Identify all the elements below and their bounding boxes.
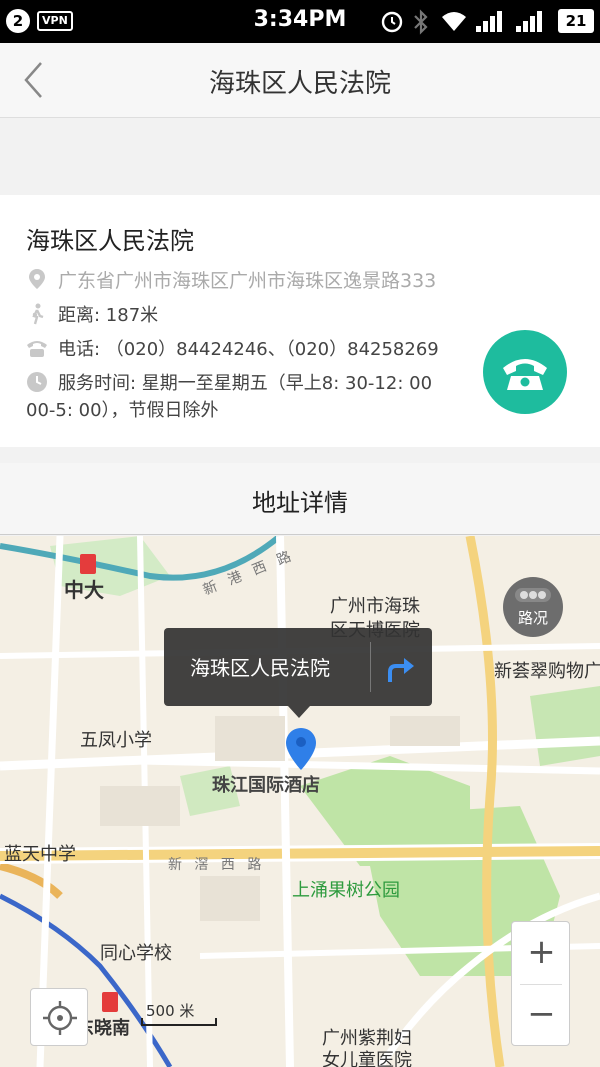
wifi-icon — [442, 12, 466, 31]
status-bar: 2 VPN 3:34PM 21 — [0, 0, 600, 43]
signal-2-icon — [516, 11, 542, 32]
map-label-mall: 新荟翠购物广 — [494, 661, 600, 682]
bluetooth-icon — [414, 9, 428, 35]
battery-icon: 21 — [558, 9, 594, 33]
route-turn-icon[interactable] — [384, 652, 418, 684]
clock: 3:34PM — [253, 7, 347, 32]
title-bar: 海珠区人民法院 — [0, 43, 600, 118]
traffic-light-icon — [515, 588, 551, 602]
address-detail-tab[interactable]: 地址详情 — [0, 463, 600, 535]
map-popup-pointer — [288, 706, 310, 718]
signal-icon — [476, 11, 502, 32]
map-scale-bar — [141, 1018, 217, 1026]
phone-text: 电话: （020）84424246、（020）84258269 — [58, 339, 439, 360]
locate-me-button[interactable] — [30, 988, 88, 1046]
map-label-zijing-line2: 女儿童医院 — [322, 1050, 412, 1067]
address-text: 广东省广州市海珠区广州市海珠区逸景路333 — [58, 270, 437, 292]
map-label-road-xinjiao: 新 滘 西 路 — [168, 857, 266, 873]
location-marker-icon[interactable] — [284, 726, 318, 772]
hours-text-line2: 00-5: 00），节假日除外 — [26, 400, 219, 421]
map-label-zhongda: 中大 — [64, 578, 104, 602]
map-popup[interactable]: 海珠区人民法院 — [164, 628, 432, 706]
zoom-divider — [520, 984, 562, 985]
location-pin-icon — [29, 269, 45, 289]
walking-icon — [32, 303, 44, 325]
map-popup-title: 海珠区人民法院 — [190, 656, 330, 680]
map-label-park: 上涌果树公园 — [292, 880, 400, 901]
traffic-button[interactable]: 路况 — [503, 577, 563, 637]
map-label-hotel: 珠江国际酒店 — [212, 775, 320, 796]
address-detail-label: 地址详情 — [252, 489, 348, 517]
crosshair-icon — [43, 1001, 77, 1035]
zoom-controls: + − — [511, 921, 570, 1046]
hours-text-line1: 服务时间: 星期一至星期五（早上8: 30-12: 00 — [58, 373, 433, 394]
zoom-in-button[interactable]: + — [512, 926, 571, 982]
page-title: 海珠区人民法院 — [208, 69, 391, 99]
zoom-out-button[interactable]: − — [512, 988, 571, 1044]
alarm-icon — [381, 11, 403, 33]
map-label-wufeng: 五凤小学 — [80, 730, 152, 751]
map-label-hospital-line1: 广州市海珠 — [330, 596, 420, 617]
traffic-label: 路况 — [517, 609, 548, 627]
phone-icon — [503, 359, 547, 390]
map-label-lantian: 蓝天中学 — [4, 844, 76, 865]
map-popup-divider — [370, 642, 371, 692]
call-button[interactable] — [483, 330, 567, 414]
place-name: 海珠区人民法院 — [26, 227, 194, 255]
telephone-icon — [27, 341, 47, 357]
map-label-tongxin: 同心学校 — [100, 943, 172, 964]
distance-text: 距离: 187米 — [58, 305, 159, 326]
clock-icon — [27, 372, 47, 392]
